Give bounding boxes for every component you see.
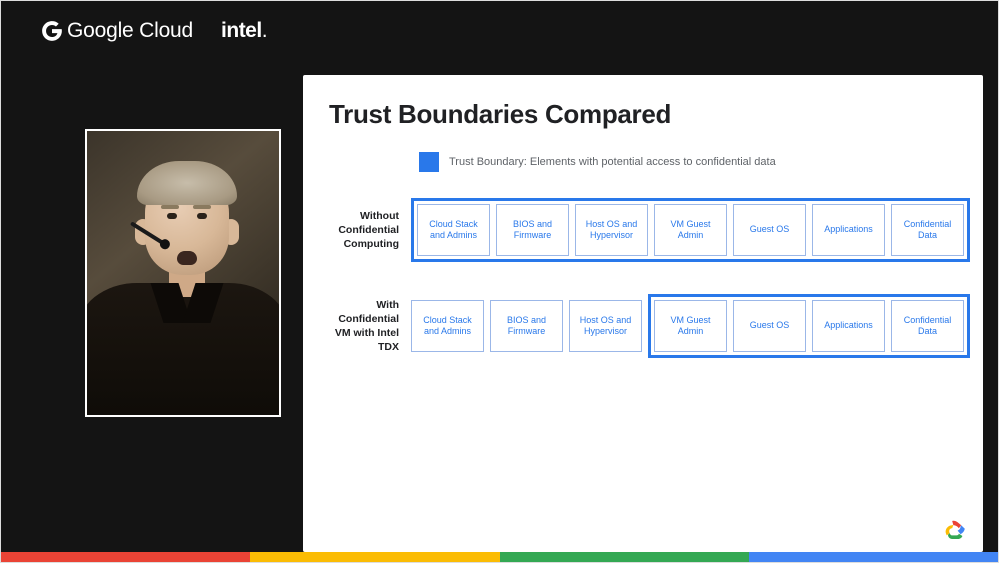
stack-box: VM Guest Admin bbox=[654, 300, 727, 352]
row-label: Without Confidential Computing bbox=[329, 209, 411, 252]
stripe-green bbox=[500, 552, 749, 562]
header: Google Cloud intel. bbox=[1, 1, 998, 53]
intel-dot: . bbox=[262, 19, 267, 42]
stack-box: BIOS and Firmware bbox=[496, 204, 569, 256]
row-without-confidential: Without Confidential Computing Cloud Sta… bbox=[329, 198, 959, 262]
stack-box: VM Guest Admin bbox=[654, 204, 727, 256]
legend: Trust Boundary: Elements with potential … bbox=[419, 152, 959, 172]
stripe-red bbox=[1, 552, 250, 562]
stack-box: Cloud Stack and Admins bbox=[411, 300, 484, 352]
speaker-video bbox=[85, 129, 281, 417]
slide-title: Trust Boundaries Compared bbox=[329, 99, 959, 130]
google-cloud-logo: Google Cloud bbox=[41, 19, 193, 43]
legend-text: Trust Boundary: Elements with potential … bbox=[449, 156, 776, 168]
speaker-brow bbox=[161, 205, 179, 209]
google-g-icon bbox=[41, 20, 63, 42]
speaker-eye bbox=[167, 213, 177, 219]
stack-box: Host OS and Hypervisor bbox=[575, 204, 648, 256]
speaker-brow bbox=[193, 205, 211, 209]
stack-box: Applications bbox=[812, 204, 885, 256]
stack-box: Confidential Data bbox=[891, 300, 964, 352]
stack-box: Host OS and Hypervisor bbox=[569, 300, 642, 352]
trust-boundary-group: VM Guest Admin Guest OS Applications Con… bbox=[648, 294, 970, 358]
intel-logo: intel. bbox=[221, 19, 267, 43]
google-cloud-text: Google Cloud bbox=[67, 19, 193, 43]
speaker-eye bbox=[197, 213, 207, 219]
row-label: With Confidential VM with Intel TDX bbox=[329, 298, 411, 355]
stack-box: Applications bbox=[812, 300, 885, 352]
stripe-yellow bbox=[250, 552, 499, 562]
video-frame: Google Cloud intel. Trust Boundaries Com… bbox=[0, 0, 999, 563]
stack-box: Guest OS bbox=[733, 204, 806, 256]
stack-box: Cloud Stack and Admins bbox=[417, 204, 490, 256]
row-with-confidential-vm: With Confidential VM with Intel TDX Clou… bbox=[329, 294, 959, 358]
speaker-hair bbox=[137, 161, 237, 205]
legend-swatch-icon bbox=[419, 152, 439, 172]
content-area: Trust Boundaries Compared Trust Boundary… bbox=[1, 53, 998, 552]
stripe-blue bbox=[749, 552, 998, 562]
outside-boundary-group: Cloud Stack and Admins BIOS and Firmware… bbox=[411, 300, 642, 352]
slide: Trust Boundaries Compared Trust Boundary… bbox=[303, 75, 983, 552]
trust-boundary-group: Cloud Stack and Admins BIOS and Firmware… bbox=[411, 198, 970, 262]
speaker-mouth bbox=[177, 251, 197, 265]
google-color-stripe bbox=[1, 552, 998, 562]
google-cloud-icon bbox=[939, 518, 969, 542]
stack-box: Confidential Data bbox=[891, 204, 964, 256]
intel-text: intel bbox=[221, 19, 262, 42]
stack-box: Guest OS bbox=[733, 300, 806, 352]
stack-box: BIOS and Firmware bbox=[490, 300, 563, 352]
